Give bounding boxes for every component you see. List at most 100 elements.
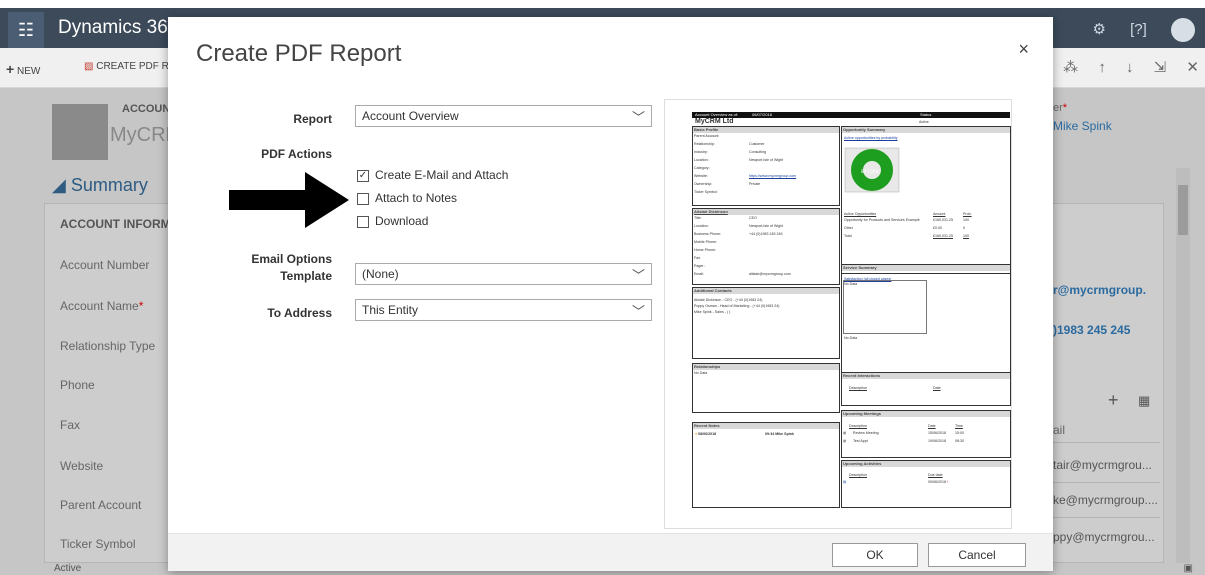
record-nav-icons: ⁂ ↑ ↓ ⇲ ✕ (1047, 58, 1199, 76)
checkbox-empty-icon[interactable] (357, 215, 369, 228)
preview-profile-row: Ticker Symbol: (694, 190, 718, 194)
arrow-up-icon[interactable]: ↑ (1098, 59, 1106, 76)
preview-col-header: Time (955, 424, 963, 428)
checkbox-label: Download (375, 214, 429, 228)
preview-section-header: Additional Contacts (693, 288, 839, 294)
preview-basic-profile: Basic Profile (692, 126, 840, 206)
owner-label-text: er (1053, 102, 1063, 114)
tab-summary[interactable]: ◢ Summary (52, 175, 148, 196)
preview-meeting-cell: Review Meeting (853, 431, 879, 435)
preview-activity-date: 09/06/2018 ! (928, 480, 948, 484)
new-button[interactable]: + NEW (6, 61, 40, 77)
dialog-title: Create PDF Report (196, 40, 402, 67)
preview-note-row: ● 08/06/2018 (695, 432, 716, 436)
report-label: Report (293, 112, 332, 126)
pie-label: 80-100% (861, 169, 879, 174)
cancel-button[interactable]: Cancel (928, 543, 1026, 567)
preview-profile-row: Ownership: (694, 182, 713, 186)
preview-contact-row: Title: (694, 216, 702, 220)
to-address-select[interactable]: This Entity ﹀ (355, 299, 652, 321)
preview-profile-row: Location: (694, 158, 709, 162)
form-scrollbar-thumb[interactable] (1178, 185, 1188, 235)
ok-button[interactable]: OK (832, 543, 918, 567)
preview-contact-row: Mobile Phone: (694, 240, 717, 244)
template-value: (None) (362, 267, 399, 281)
close-icon[interactable]: × (1018, 39, 1029, 60)
owner-link[interactable]: Mike Spink (1053, 119, 1112, 133)
preview-contact-item: Poppy Osman - Head of Marketing - (+44 (… (694, 304, 780, 308)
app-launcher-icon[interactable]: ☷ (8, 12, 44, 48)
preview-profile-row: Industry: (694, 150, 708, 154)
field-account-number: Account Number (60, 258, 150, 272)
create-pdf-dialog: Create PDF Report × Report Account Overv… (168, 17, 1053, 571)
preview-header-date: 06/07/2018 (752, 112, 773, 117)
email-options-label: Email Options (251, 252, 332, 266)
preview-note-author: 09:34 Mike Spink (765, 432, 794, 436)
preview-opp-cell: 0 (963, 226, 965, 230)
preview-section-header: Upcoming Activities (842, 461, 1010, 467)
field-parent-account: Parent Account (60, 498, 142, 512)
preview-contact-row: Pager: (694, 264, 705, 268)
preview-section-header: Service Summary (842, 265, 1010, 271)
preview-opp-cell: Opportunity for Products and Services Ex… (844, 218, 920, 222)
preview-no-data: No Data (844, 336, 858, 340)
preview-meeting-cell: 08:30 (955, 439, 964, 443)
preview-header-label: Account Overview as of: (695, 112, 739, 117)
add-contact-icon[interactable]: + (1108, 390, 1119, 411)
preview-section-header: Recent Interactions (842, 373, 1010, 379)
plus-icon: + (6, 61, 15, 77)
hierarchy-icon[interactable]: ⁂ (1063, 59, 1078, 76)
create-pdf-button[interactable]: ▧ CREATE PDF R (84, 61, 169, 72)
preview-contact-row: Fax: (694, 256, 701, 260)
to-address-label: To Address (267, 306, 332, 320)
template-label: Template (280, 269, 332, 283)
email-value[interactable]: r@mycrmgroup. (1053, 283, 1146, 297)
grid-view-icon[interactable]: ▦ (1138, 393, 1150, 409)
note-icon: ● (695, 432, 698, 436)
account-name-label: Account Name (60, 299, 139, 313)
preview-profile-row: Customer (749, 142, 765, 146)
gear-icon[interactable]: ⚙ (1093, 21, 1106, 38)
preview-contact-row: Business Phone: (694, 232, 721, 236)
checkbox-attach-notes[interactable]: Attach to Notes (357, 191, 457, 205)
chevron-down-icon: ﹀ (631, 110, 645, 125)
report-value: Account Overview (362, 109, 459, 123)
required-marker: * (138, 299, 144, 313)
preview-profile-row: Newport,Isle of Wight (749, 158, 784, 162)
checkbox-download[interactable]: Download (357, 214, 428, 228)
preview-opp-cell: £169,031.25 (933, 234, 953, 238)
expand-icon[interactable]: ⇲ (1154, 59, 1167, 76)
new-label: NEW (16, 66, 41, 77)
template-select[interactable]: (None) ﹀ (355, 263, 652, 285)
arrow-down-icon[interactable]: ↓ (1126, 59, 1134, 76)
checkbox-create-email[interactable]: ✓ Create E-Mail and Attach (357, 168, 508, 182)
preview-section-header: Alistair Dickinson (693, 209, 839, 215)
preview-opp-cell: Other (844, 226, 853, 230)
brand-title[interactable]: Dynamics 365 (58, 17, 178, 39)
preview-contact-row: Home Phone: (694, 248, 716, 252)
preview-opp-cell: 100 (963, 218, 969, 222)
preview-company: MyCRM Ltd (695, 118, 734, 125)
field-ticker-symbol: Ticker Symbol (60, 537, 136, 551)
grid-row-email[interactable]: tair@mycrmgrou... (1053, 458, 1152, 472)
report-select[interactable]: Account Overview ﹀ (355, 105, 652, 127)
field-account-name: Account Name* (60, 299, 143, 313)
pointer-arrow-icon (229, 172, 349, 228)
user-avatar[interactable] (1171, 18, 1195, 42)
phone-value[interactable]: )1983 245 245 (1053, 323, 1130, 337)
grid-divider (1040, 442, 1160, 443)
preview-section-header: Opportunity Summary (842, 127, 1010, 133)
checkbox-empty-icon[interactable] (357, 192, 369, 205)
close-icon[interactable]: ✕ (1186, 59, 1199, 76)
preview-col-header: Description (849, 386, 867, 390)
grid-row-email[interactable]: ke@mycrmgroup.... (1053, 493, 1158, 507)
checkbox-checked-icon[interactable]: ✓ (357, 169, 369, 182)
preview-contact-row: Newport,Isle of Wight (749, 224, 784, 228)
help-icon[interactable]: [?] (1130, 21, 1147, 38)
preview-service-chart (843, 280, 927, 334)
preview-status-label: Status (920, 112, 932, 117)
overdue-icon: ! (947, 480, 948, 484)
preview-col-header: Active Opportunities (844, 212, 877, 216)
save-icon[interactable]: ▣ (1184, 563, 1193, 574)
grid-row-email[interactable]: ppy@mycrmgrou... (1053, 530, 1155, 544)
